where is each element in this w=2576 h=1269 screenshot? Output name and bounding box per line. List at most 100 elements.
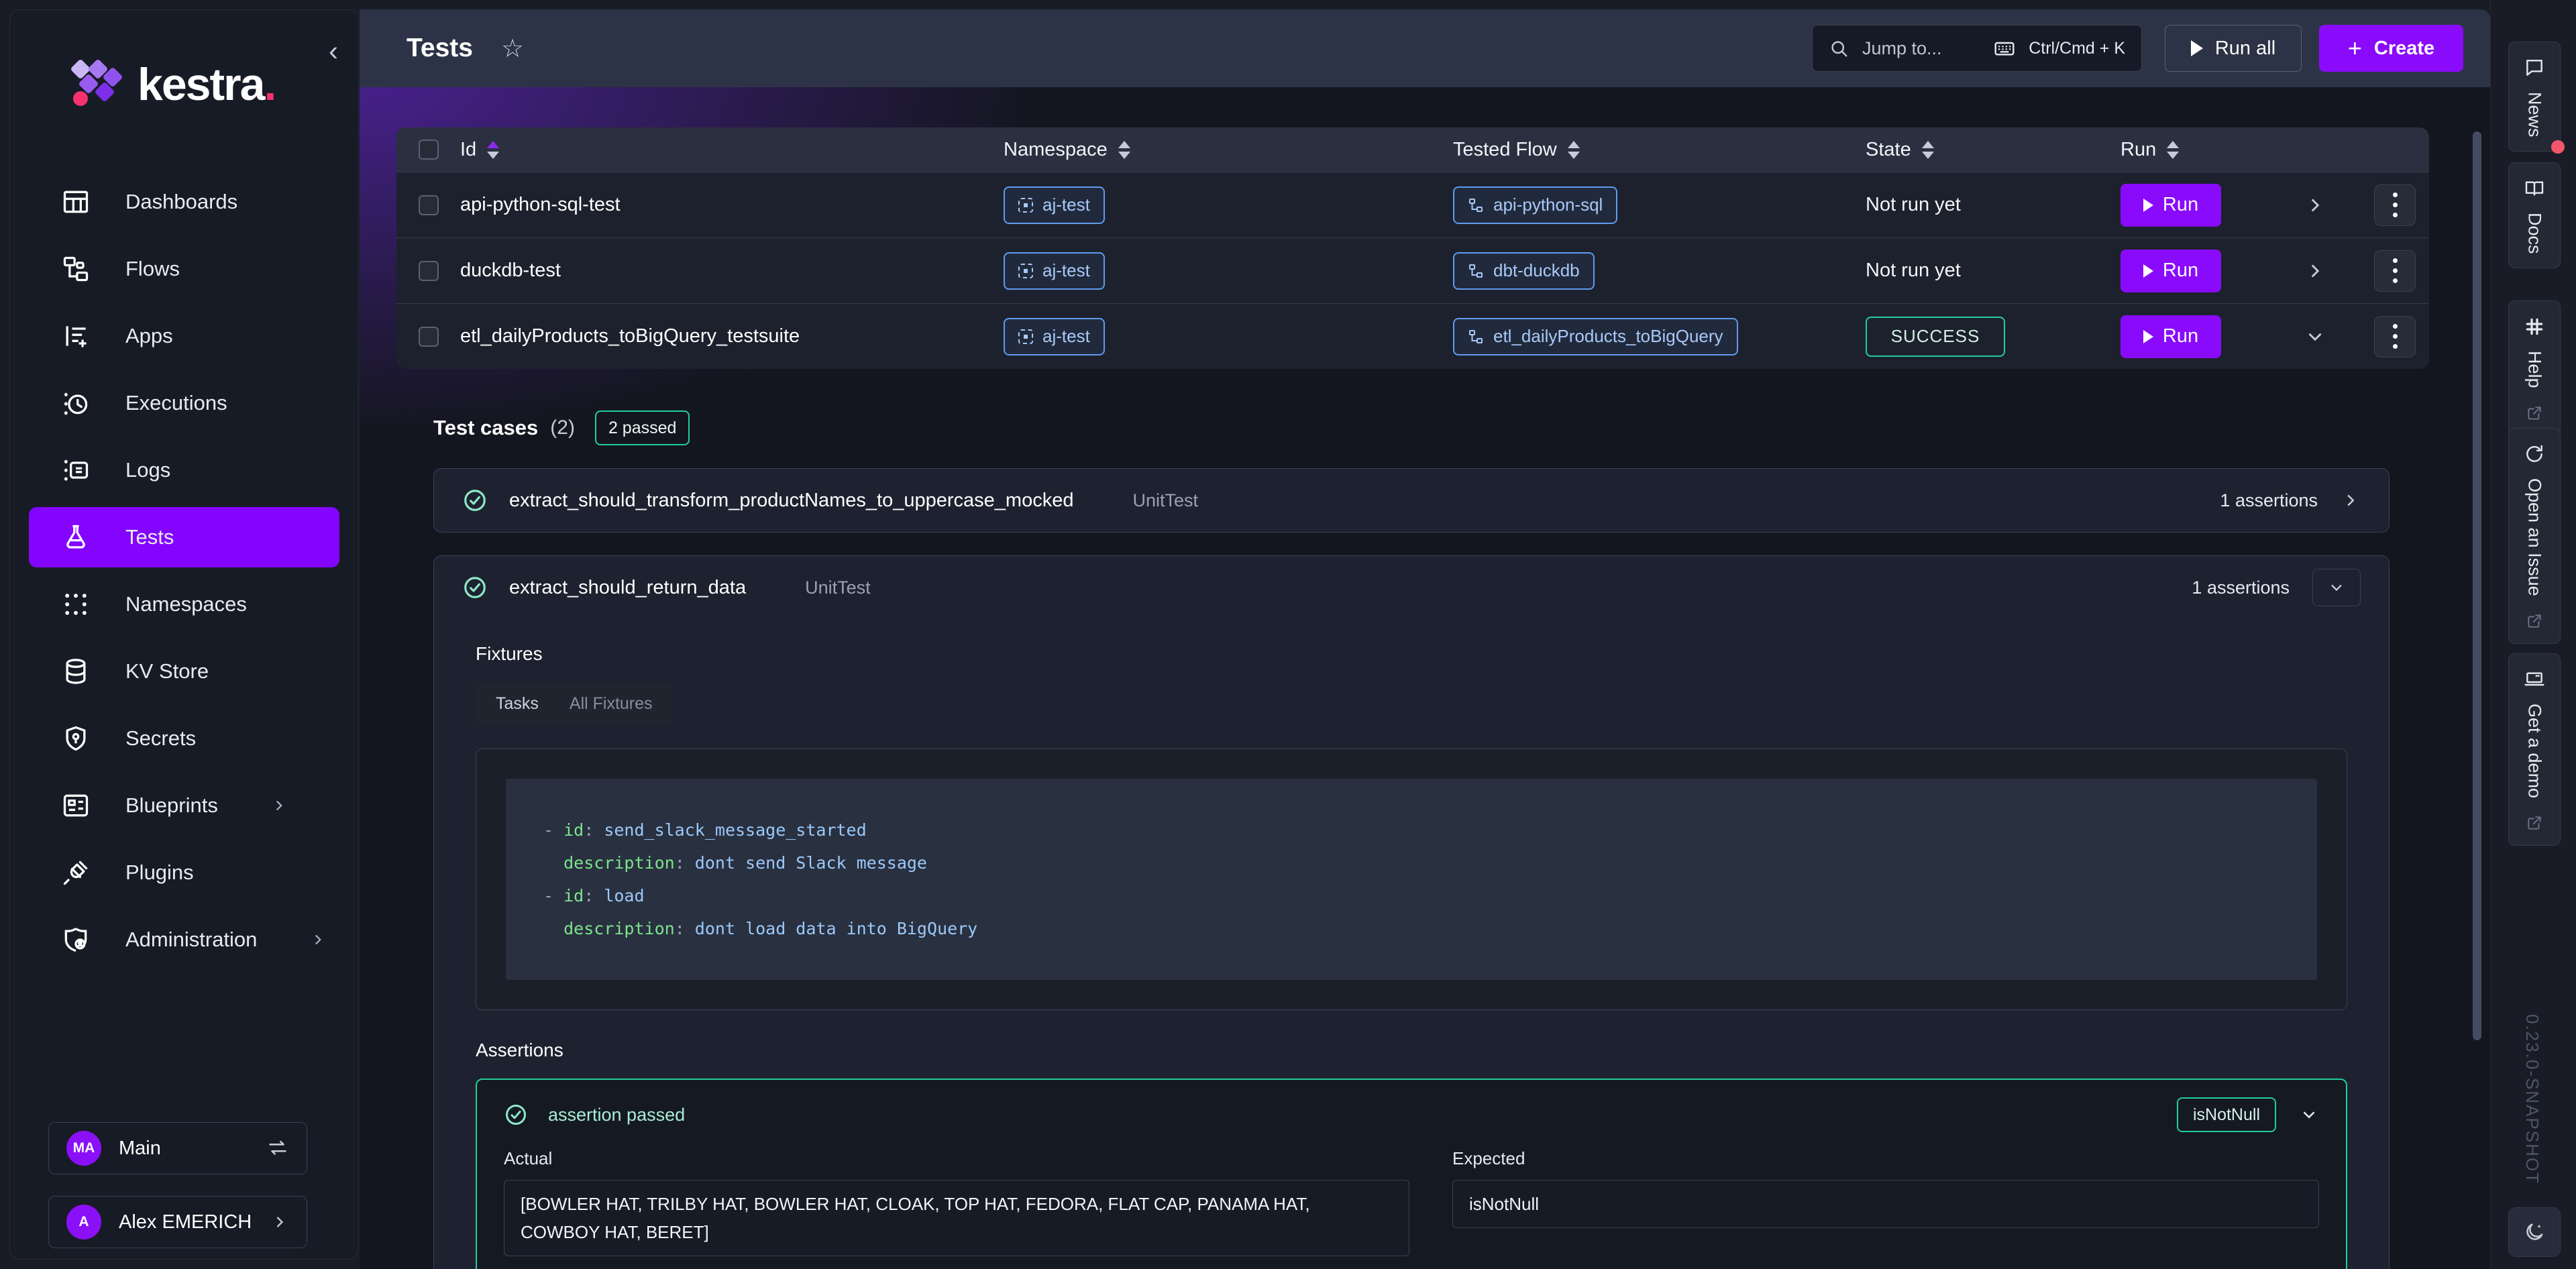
test-id[interactable]: duckdb-test (460, 260, 1004, 282)
help-button[interactable]: Help (2508, 300, 2561, 436)
fixtures-title: Fixtures (476, 643, 2347, 665)
namespace-badge[interactable]: aj-test (1004, 318, 1105, 355)
docs-button[interactable]: Docs (2508, 162, 2561, 268)
collapse-row-icon[interactable] (2304, 325, 2326, 348)
vertical-scrollbar[interactable] (2473, 131, 2481, 1040)
sidebar-item-label: Plugins (125, 861, 194, 885)
expand-row-icon[interactable] (2304, 194, 2326, 217)
create-button[interactable]: + Create (2319, 25, 2463, 72)
sidebar-item-administration[interactable]: Administration (29, 906, 339, 973)
sort-id[interactable] (487, 141, 499, 159)
row-menu-button[interactable] (2374, 250, 2416, 292)
get-a-demo-button[interactable]: Get a demo (2508, 653, 2561, 846)
workspace-name: Main (119, 1138, 249, 1160)
sidebar-item-blueprints[interactable]: Blueprints (29, 772, 339, 839)
kestra-app: ‹ kestra. Dashboards Flows (0, 0, 2576, 1269)
chevron-right-icon (309, 931, 327, 948)
sidebar-item-namespaces[interactable]: Namespaces (29, 571, 339, 638)
passed-badge: 2 passed (595, 410, 690, 445)
actual-value-field[interactable]: [BOWLER HAT, TRILBY HAT, BOWLER HAT, CLO… (504, 1180, 1409, 1256)
sidebar-item-logs[interactable]: Logs (29, 437, 339, 504)
tab-all-fixtures[interactable]: All Fixtures (570, 694, 653, 714)
collapse-case-button[interactable] (2312, 569, 2361, 606)
test-case-row[interactable]: extract_should_return_data UnitTest 1 as… (434, 556, 2389, 619)
executions-icon (61, 388, 91, 418)
moon-icon (2523, 1221, 2546, 1244)
logs-icon (61, 455, 91, 485)
chevron-right-icon[interactable] (2341, 490, 2361, 510)
sidebar-item-secrets[interactable]: Secrets (29, 705, 339, 772)
sidebar-item-dashboards[interactable]: Dashboards (29, 168, 339, 235)
namespace-badge[interactable]: aj-test (1004, 186, 1105, 224)
page-title: Tests (407, 34, 473, 63)
test-case-details: Fixtures Tasks All Fixtures - id: send_s… (434, 619, 2389, 1269)
right-rail: News Docs Help Open an Issue Get a demo … (2490, 0, 2576, 1269)
namespace-badge[interactable]: aj-test (1004, 252, 1105, 290)
sidebar-item-plugins[interactable]: Plugins (29, 839, 339, 906)
test-id[interactable]: etl_dailyProducts_toBigQuery_testsuite (460, 325, 1004, 347)
sort-tested-flow[interactable] (1568, 141, 1580, 159)
test-id[interactable]: api-python-sql-test (460, 194, 1004, 216)
namespace-icon (1018, 264, 1033, 278)
theme-toggle-button[interactable] (2508, 1207, 2561, 1257)
chevron-down-icon[interactable] (2299, 1105, 2319, 1125)
user-avatar: A (66, 1205, 101, 1239)
fixtures-code-editor[interactable]: - id: send_slack_message_started descrip… (506, 779, 2317, 980)
sort-state[interactable] (1922, 141, 1934, 159)
workspace-switcher[interactable]: MA Main (48, 1122, 307, 1174)
play-icon (2191, 40, 2203, 56)
code-line: - id: load (543, 879, 2290, 912)
run-button[interactable]: Run (2121, 315, 2221, 358)
row-menu-button[interactable] (2374, 316, 2416, 357)
sidebar-item-label: Blueprints (125, 793, 218, 818)
row-checkbox[interactable] (419, 195, 439, 215)
open-an-issue-button[interactable]: Open an Issue (2508, 428, 2561, 644)
test-case-row[interactable]: extract_should_transform_productNames_to… (434, 469, 2389, 532)
flow-badge[interactable]: dbt-duckdb (1453, 252, 1595, 290)
row-checkbox[interactable] (419, 261, 439, 281)
run-button[interactable]: Run (2121, 184, 2221, 227)
flow-badge[interactable]: etl_dailyProducts_toBigQuery (1453, 318, 1738, 355)
sidebar: ‹ kestra. Dashboards Flows (9, 9, 359, 1260)
run-all-button[interactable]: Run all (2165, 25, 2302, 72)
user-menu[interactable]: A Alex EMERICH (48, 1196, 307, 1248)
tab-tasks[interactable]: Tasks (496, 694, 539, 714)
slack-icon (2524, 316, 2545, 337)
column-state: State (1866, 139, 1911, 161)
operator-badge: isNotNull (2177, 1097, 2276, 1132)
test-case-name: extract_should_return_data (509, 577, 746, 599)
namespace-icon (1018, 198, 1033, 213)
kestra-logo[interactable]: kestra. (68, 58, 275, 111)
expected-value-field[interactable]: isNotNull (1452, 1180, 2319, 1228)
sort-namespace[interactable] (1118, 141, 1130, 159)
column-namespace: Namespace (1004, 139, 1108, 161)
version-label: 0.23.0-SNAPSHOT (2522, 1014, 2542, 1184)
sort-run[interactable] (2167, 141, 2179, 159)
notification-dot (2551, 140, 2565, 154)
jump-to-search[interactable]: Jump to... Ctrl/Cmd + K (1812, 25, 2142, 72)
sidebar-item-label: Flows (125, 257, 180, 281)
expand-row-icon[interactable] (2304, 260, 2326, 282)
sidebar-item-apps[interactable]: Apps (29, 302, 339, 370)
sidebar-item-kv-store[interactable]: KV Store (29, 638, 339, 705)
test-case-type: UnitTest (805, 577, 871, 598)
sidebar-item-executions[interactable]: Executions (29, 370, 339, 437)
search-placeholder: Jump to... (1862, 38, 1980, 59)
assertion-panel: assertion passed isNotNull Actual [BOWLE… (476, 1079, 2347, 1269)
select-all-checkbox[interactable] (419, 140, 439, 160)
expected-label: Expected (1452, 1148, 2319, 1169)
row-menu-button[interactable] (2374, 184, 2416, 226)
sidebar-collapse-icon[interactable]: ‹ (329, 37, 338, 65)
kestra-wordmark: kestra. (138, 58, 275, 111)
sidebar-item-tests[interactable]: Tests (29, 507, 339, 567)
column-tested-flow: Tested Flow (1453, 139, 1557, 161)
sidebar-item-flows[interactable]: Flows (29, 235, 339, 302)
row-checkbox[interactable] (419, 327, 439, 347)
flow-badge[interactable]: api-python-sql (1453, 186, 1617, 224)
news-button[interactable]: News (2508, 42, 2561, 152)
blueprints-icon (61, 791, 91, 820)
run-button[interactable]: Run (2121, 250, 2221, 292)
test-case-type: UnitTest (1132, 490, 1198, 511)
code-line: description: dont load data into BigQuer… (543, 912, 2290, 945)
favorite-star-icon[interactable]: ☆ (501, 34, 524, 64)
